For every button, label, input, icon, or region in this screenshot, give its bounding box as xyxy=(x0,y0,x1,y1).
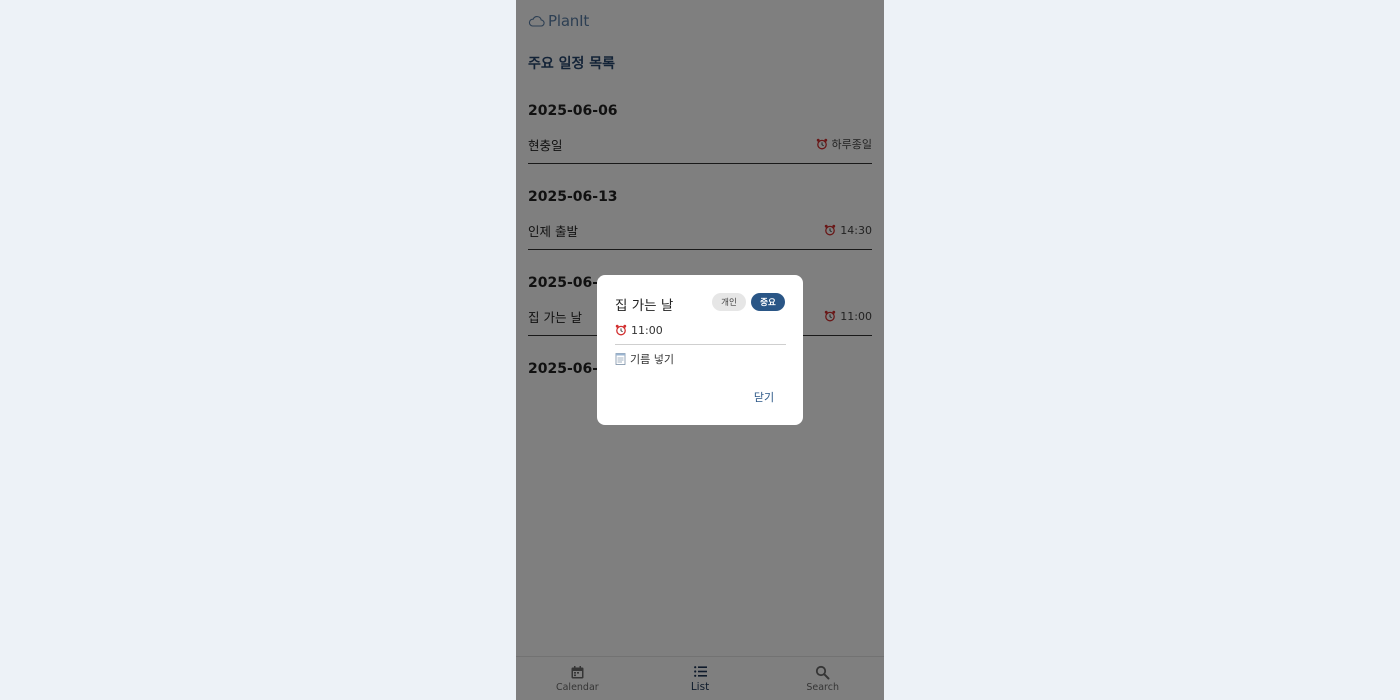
modal-time: 11:00 xyxy=(615,324,786,345)
tag-personal: 개인 xyxy=(712,293,746,311)
tag-important: 중요 xyxy=(751,293,785,311)
alarm-clock-icon xyxy=(615,324,627,336)
modal-memo-text: 기름 넣기 xyxy=(630,353,674,366)
modal-time-text: 11:00 xyxy=(631,324,663,337)
modal-memo: 기름 넣기 xyxy=(615,351,674,367)
close-button[interactable]: 닫기 xyxy=(747,388,781,406)
memo-icon xyxy=(615,353,626,365)
event-detail-modal: 집 가는 날 개인 중요 11:00 기름 넣기 닫기 xyxy=(597,275,803,425)
modal-title: 집 가는 날 xyxy=(615,298,674,314)
